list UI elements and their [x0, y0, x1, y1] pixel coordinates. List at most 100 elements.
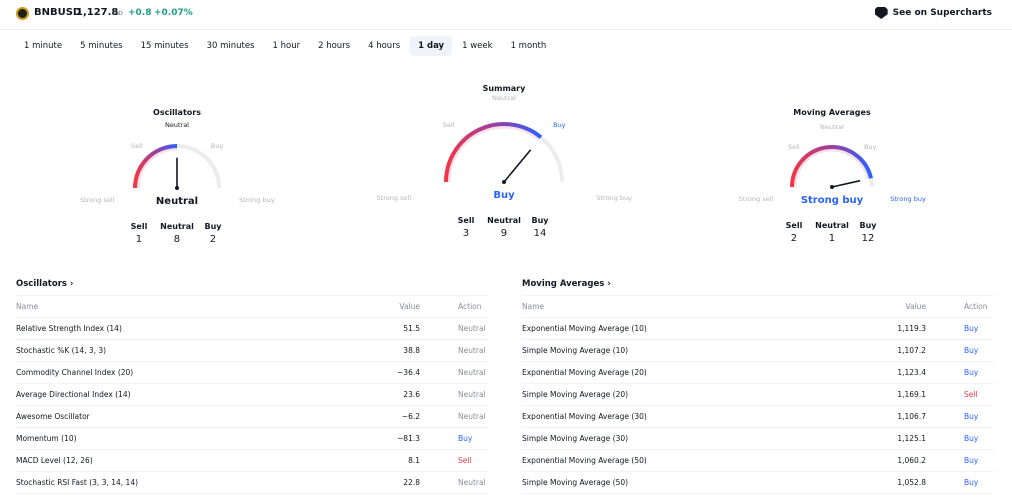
oscillators-needle-pivot: [175, 186, 179, 190]
indicator-action: Neutral: [458, 324, 486, 333]
moving_averages-gauge-title: Moving Averages: [793, 108, 871, 117]
indicator-action: Buy: [964, 434, 979, 443]
moving_averages-count-sell-value: 2: [790, 233, 798, 244]
oscillators-gauge-shadow: [136, 147, 178, 189]
indicator-value: −36.4: [397, 368, 420, 377]
oscillators-gauge-fill: [133, 144, 178, 189]
summary-gauge-track: [444, 122, 564, 183]
indicator-action: Buy: [964, 324, 979, 333]
summary-count-neutral: Neutral 9: [487, 216, 521, 239]
indicator-value: 1,060.2: [897, 456, 926, 465]
moving_averages-label-strong-buy: Strong buy: [890, 195, 926, 203]
table-row[interactable]: Exponential Moving Average (30) 1,106.7 Bu…: [522, 406, 994, 428]
oscillators-count-neutral-value: 8: [173, 234, 181, 245]
oscillators-label-sell: Sell: [131, 141, 143, 150]
indicator-action: Neutral: [458, 478, 486, 487]
indicator-name: Momentum (10): [16, 434, 77, 443]
indicator-name: Relative Strength Index (14): [16, 324, 122, 333]
moving_averages-count-buy-label: Buy: [859, 221, 877, 230]
indicator-name: Exponential Moving Average (30): [522, 412, 647, 421]
moving-averages-table-title[interactable]: Moving Averages ›: [522, 276, 994, 296]
indicator-name: Simple Moving Average (10): [522, 346, 629, 355]
indicator-name: MACD Level (12, 26): [16, 456, 93, 465]
indicator-action: Neutral: [458, 368, 486, 377]
table-row[interactable]: Simple Moving Average (30) 1,125.1 Buy: [522, 428, 994, 450]
moving_averages-needle-pivot: [830, 185, 834, 189]
indicator-action: Buy: [964, 412, 979, 421]
indicator-name: Stochastic %K (14, 3, 3): [16, 346, 107, 355]
indicator-value: −6.2: [401, 412, 420, 421]
table-row[interactable]: Exponential Moving Average (20) 1,123.4 Bu…: [522, 362, 994, 384]
indicator-name: Exponential Moving Average (10): [522, 324, 647, 333]
indicator-action: Sell: [964, 390, 978, 399]
ma_table-col-name: Name: [522, 302, 545, 311]
table-row[interactable]: Commodity Channel Index (20) −36.4 Neutral: [16, 362, 488, 384]
ma_table-col-action: Action: [964, 302, 988, 311]
table-row[interactable]: Simple Moving Average (50) 1,052.8 Buy: [522, 472, 994, 494]
oscillators-gauge-result: Neutral: [155, 196, 199, 207]
indicator-value: 22.8: [403, 478, 420, 487]
table-row[interactable]: Exponential Moving Average (50) 1,060.2 Bu…: [522, 450, 994, 472]
oscillators_table-col-value: Value: [399, 302, 420, 311]
table-row[interactable]: Simple Moving Average (10) 1,107.2 Buy: [522, 340, 994, 362]
oscillators-count-buy-value: 2: [209, 234, 217, 245]
summary-count-sell-label: Sell: [457, 216, 475, 225]
indicator-name: Simple Moving Average (20): [522, 390, 629, 399]
moving_averages-count-sell-label: Sell: [785, 221, 803, 230]
oscillators-label-strong-sell: Strong sell: [79, 196, 115, 205]
moving_averages-count-neutral-label: Neutral: [815, 221, 849, 230]
indicator-value: 1,119.3: [897, 324, 926, 333]
moving_averages-gauge-result: Strong buy: [800, 195, 864, 206]
oscillators-count-neutral-label: Neutral: [160, 222, 194, 231]
indicator-value: 23.6: [403, 390, 420, 399]
table-row[interactable]: Momentum (10) −81.3 Buy: [16, 428, 488, 450]
indicator-action: Buy: [964, 368, 979, 377]
summary-gauge-shadow: [447, 125, 541, 183]
summary-gauge-title: Summary: [482, 84, 526, 93]
table-row[interactable]: Simple Moving Average (20) 1,169.1 Sell: [522, 384, 994, 406]
moving_averages-gauge-needle: [831, 179, 861, 188]
oscillators-count-sell-label: Sell: [130, 222, 148, 231]
indicator-value: 1,125.1: [897, 434, 926, 443]
summary-count-sell-value: 3: [462, 228, 470, 239]
oscillators-table-title[interactable]: Oscillators ›: [16, 276, 488, 296]
indicator-name: Simple Moving Average (30): [522, 434, 629, 443]
indicator-action: Buy: [964, 456, 979, 465]
indicator-value: 1,106.7: [897, 412, 926, 421]
table-row[interactable]: Stochastic RSI Fast (3, 3, 14, 14) 22.8 Ne…: [16, 472, 488, 494]
ma_table-col-value: Value: [905, 302, 926, 311]
oscillators-label-neutral: Neutral: [165, 121, 189, 130]
indicator-action: Neutral: [458, 412, 486, 421]
oscillators-label-buy: Buy: [210, 141, 224, 150]
indicator-value: 51.5: [403, 324, 420, 333]
indicator-name: Exponential Moving Average (50): [522, 456, 647, 465]
table-row[interactable]: Stochastic %K (14, 3, 3) 38.8 Neutral: [16, 340, 488, 362]
table-row[interactable]: MACD Level (12, 26) 8.1 Sell: [16, 450, 488, 472]
indicator-value: 1,052.8: [897, 478, 926, 487]
table-row[interactable]: Average Directional Index (14) 23.6 Neutra…: [16, 384, 488, 406]
summary-count-neutral-label: Neutral: [487, 216, 521, 225]
oscillators-label-strong-buy: Strong buy: [239, 196, 275, 205]
oscillators-count-buy-label: Buy: [204, 222, 222, 231]
summary-count-buy-value: 14: [533, 228, 547, 239]
indicator-value: −81.3: [397, 434, 420, 443]
indicator-value: 8.1: [408, 456, 420, 465]
moving_averages-count-neutral-value: 1: [828, 233, 836, 244]
oscillators-count-neutral: Neutral 8: [160, 222, 194, 245]
moving_averages-label-sell: Sell: [787, 142, 800, 151]
moving_averages-count-neutral: Neutral 1: [815, 221, 849, 244]
moving_averages-label-neutral: Neutral: [820, 123, 844, 131]
oscillators_table-col-action: Action: [458, 302, 482, 311]
table-row[interactable]: Relative Strength Index (14) 51.5 Neutral: [16, 318, 488, 340]
summary-needle-pivot: [502, 180, 506, 184]
moving_averages-label-strong-sell: Strong sell: [738, 195, 774, 203]
indicator-name: Stochastic RSI Fast (3, 3, 14, 14): [16, 478, 139, 487]
indicator-action: Buy: [964, 346, 979, 355]
moving_averages-label-buy: Buy: [863, 142, 877, 151]
indicator-action: Sell: [458, 456, 472, 465]
table-row[interactable]: Exponential Moving Average (10) 1,119.3 Bu…: [522, 318, 994, 340]
indicator-value: 1,169.1: [897, 390, 926, 399]
table-row[interactable]: Awesome Oscillator −6.2 Neutral: [16, 406, 488, 428]
summary-gauge-result: Buy: [493, 190, 515, 201]
summary-count-buy-label: Buy: [531, 216, 549, 225]
